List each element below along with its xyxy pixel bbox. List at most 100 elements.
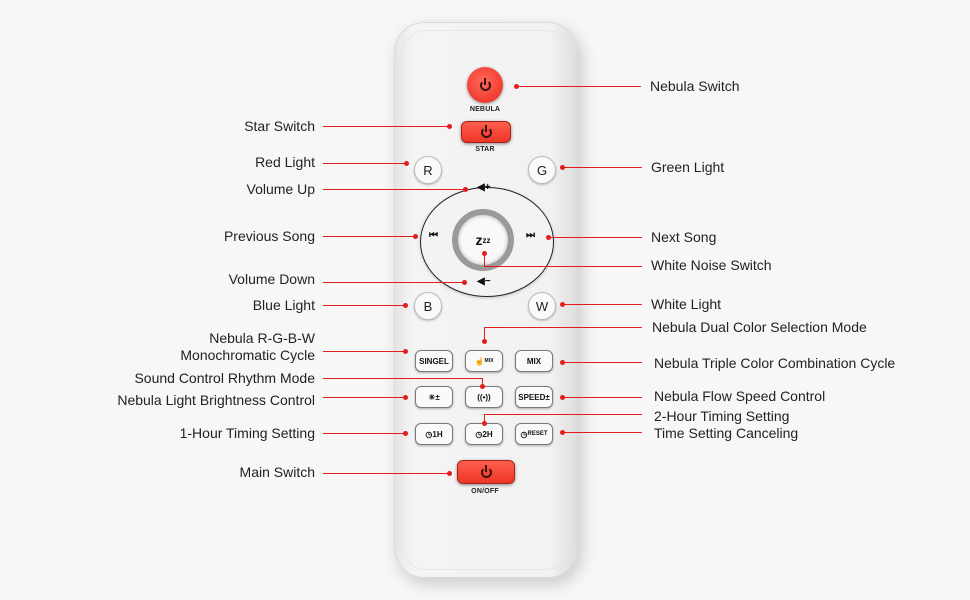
leader-dot (560, 430, 565, 435)
power-icon (480, 464, 492, 478)
leader-dot (403, 395, 408, 400)
nebula-switch-button[interactable] (467, 67, 503, 103)
dual-mix-text: MIX (484, 358, 494, 364)
leader-dot (482, 251, 487, 256)
label-red-light: Red Light (255, 154, 315, 170)
label-sound-rhythm: Sound Control Rhythm Mode (134, 370, 315, 386)
leader-dot (403, 303, 408, 308)
leader-dot (560, 395, 565, 400)
single-cycle-button[interactable]: SINGEL (415, 350, 453, 372)
label-star-switch: Star Switch (244, 118, 315, 134)
label-blue-light: Blue Light (252, 297, 315, 313)
label-volume-up: Volume Up (246, 181, 315, 197)
leader-dot (413, 234, 418, 239)
sound-rhythm-button[interactable]: ((•)) (465, 386, 503, 408)
blue-light-button[interactable]: B (414, 292, 442, 320)
label-previous-song: Previous Song (223, 228, 315, 244)
label-brightness: Nebula Light Brightness Control (117, 392, 315, 408)
two-hour-timer-button[interactable]: ◷ 2H (465, 423, 503, 445)
label-dual-color: Nebula Dual Color Selection Mode (652, 319, 867, 335)
leader-rgbw (323, 351, 406, 352)
white-light-button[interactable]: W (528, 292, 556, 320)
brightness-button[interactable]: ☀± (415, 386, 453, 408)
onoff-button-label: ON/OFF (471, 488, 499, 495)
two-hour-text: 2H (482, 429, 493, 439)
one-hour-text: 1H (432, 429, 443, 439)
leader-star-switch (323, 126, 450, 127)
leader-dot (447, 471, 452, 476)
leader-dual-color (484, 327, 642, 328)
speed-button[interactable]: SPEED± (515, 386, 553, 408)
leader-dot (463, 187, 468, 192)
clock-icon: ◷ (475, 429, 483, 439)
label-two-hour: 2-Hour Timing Setting (654, 408, 790, 424)
green-light-button[interactable]: G (528, 156, 556, 184)
label-rgbw-line2: Monochromatic Cycle (180, 347, 315, 363)
leader-green-light (563, 167, 642, 168)
leader-dot (462, 280, 467, 285)
clock-icon: ◷ (425, 429, 433, 439)
leader-one-hour (323, 433, 406, 434)
power-icon (479, 77, 491, 91)
leader-dot (546, 235, 551, 240)
triple-mix-button[interactable]: MIX (515, 350, 553, 372)
red-light-button[interactable]: R (414, 156, 442, 184)
leader-sound-rhythm (323, 378, 483, 379)
microphone-icon: ((•)) (477, 392, 491, 402)
previous-song-button[interactable]: ⏮ (429, 230, 438, 241)
label-time-cancel: Time Setting Canceling (654, 425, 799, 441)
main-switch-button[interactable] (457, 460, 515, 484)
label-flow-speed: Nebula Flow Speed Control (654, 388, 826, 404)
label-nebula-switch: Nebula Switch (650, 78, 740, 94)
leader-flow-speed (563, 397, 642, 398)
leader-triple-color (563, 362, 642, 363)
leader-volume-up (323, 189, 466, 190)
label-rgbw-line1: Nebula R-G-B-W (209, 330, 315, 346)
leader-dot (560, 360, 565, 365)
sleep-icon: z (475, 232, 483, 248)
dual-color-button[interactable]: ☝ MIX (465, 350, 503, 372)
label-white-noise: White Noise Switch (651, 257, 772, 273)
label-next-song: Next Song (651, 229, 717, 245)
label-triple-color: Nebula Triple Color Combination Cycle (654, 355, 896, 371)
leader-nebula-switch (517, 86, 641, 87)
label-green-light: Green Light (651, 159, 725, 175)
leader-dot (560, 165, 565, 170)
star-switch-button[interactable] (461, 121, 511, 143)
leader-red-light (323, 163, 407, 164)
clock-icon: ◷ (520, 429, 528, 439)
leader-dot (480, 384, 485, 389)
leader-next-song (549, 237, 642, 238)
power-icon (480, 124, 492, 138)
leader-two-hour (484, 414, 642, 415)
leader-dot (482, 421, 487, 426)
nebula-button-label: NEBULA (469, 106, 501, 113)
leader-dot (560, 302, 565, 307)
leader-previous-song (323, 236, 416, 237)
leader-dot (482, 339, 487, 344)
leader-blue-light (323, 305, 406, 306)
leader-dot (514, 84, 519, 89)
reset-timer-button[interactable]: ◷ RESET (515, 423, 553, 445)
reset-text: RESET (527, 431, 548, 437)
leader-white-noise (484, 266, 642, 267)
volume-down-button[interactable]: ◀− (477, 276, 491, 287)
one-hour-timer-button[interactable]: ◷ 1H (415, 423, 453, 445)
label-volume-down: Volume Down (228, 271, 315, 287)
label-one-hour: 1-Hour Timing Setting (179, 425, 315, 441)
leader-dot (447, 124, 452, 129)
leader-dot (403, 431, 408, 436)
sleep-icon-sup: zz (482, 235, 491, 245)
volume-up-button[interactable]: ◀+ (477, 182, 491, 193)
leader-main-switch (323, 473, 450, 474)
leader-dot (403, 349, 408, 354)
leader-white-light (563, 304, 642, 305)
white-noise-button[interactable]: z zz (452, 209, 514, 271)
leader-dot (404, 161, 409, 166)
leader-brightness (323, 397, 406, 398)
star-button-label: STAR (475, 146, 495, 153)
next-song-button[interactable]: ⏭ (526, 230, 535, 241)
label-white-light: White Light (651, 296, 722, 312)
hand-pointer-icon: ☝ (474, 356, 485, 366)
leader-time-cancel (563, 432, 642, 433)
